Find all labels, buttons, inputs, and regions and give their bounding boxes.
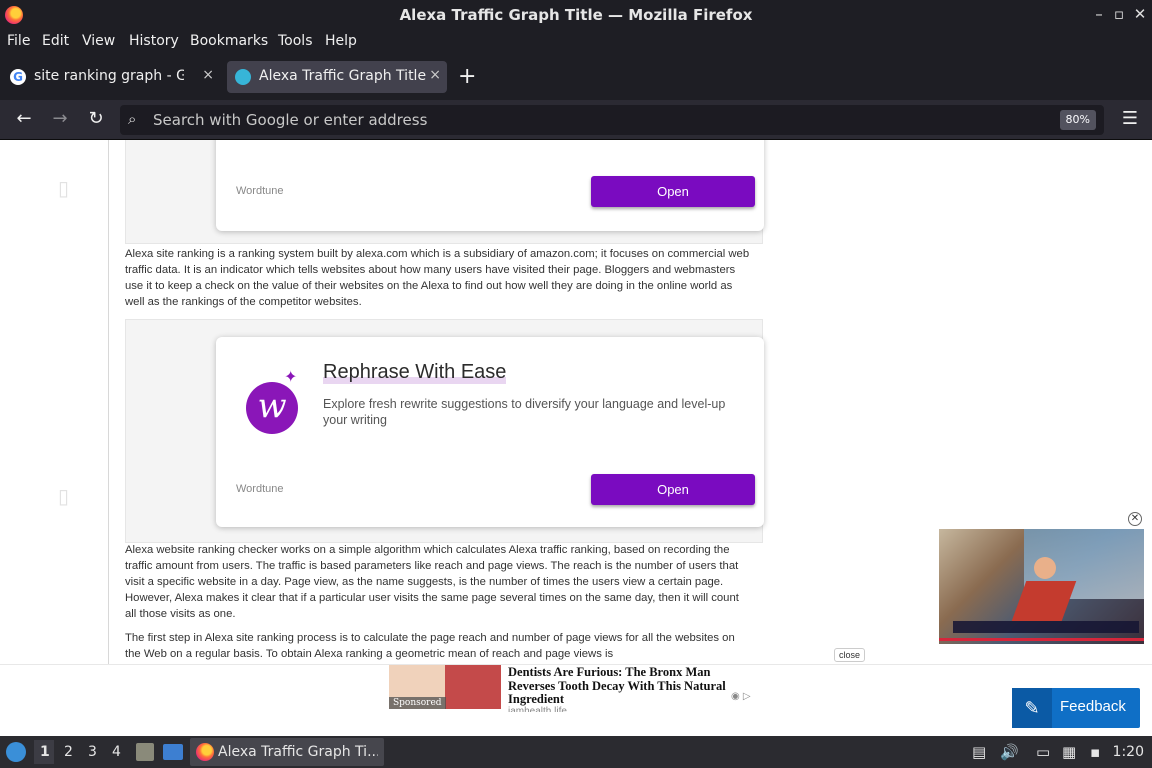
ad-card-top: Wordtune Open xyxy=(216,140,764,231)
clock: 1:20 xyxy=(1112,744,1144,760)
workspace-1[interactable]: 1 xyxy=(40,744,50,760)
search-icon: ⌕ xyxy=(128,110,137,128)
tab-google-search[interactable]: G site ranking graph - Goog × xyxy=(2,61,220,93)
zoom-indicator[interactable]: 80% xyxy=(1059,110,1096,130)
minimize-button[interactable]: – xyxy=(1090,5,1108,23)
article-paragraph: Alexa website ranking checker works on a… xyxy=(125,544,739,620)
sidebar-divider xyxy=(108,140,109,664)
notes-tray-icon[interactable]: ▭ xyxy=(1036,743,1050,761)
ad-frame-main: w ✦ Rephrase With Ease Explore fresh rew… xyxy=(125,319,764,543)
network-tray-icon[interactable]: ▦ xyxy=(1062,743,1076,761)
ad-frame-top: Wordtune Open xyxy=(125,140,764,244)
app-menu-button[interactable]: ☰ xyxy=(1122,108,1138,129)
article-paragraph: Alexa site ranking is a ranking system b… xyxy=(125,248,750,308)
menu-help[interactable]: Help xyxy=(325,33,357,49)
file-manager-icon[interactable] xyxy=(136,743,154,761)
wordtune-logo-icon: w xyxy=(246,382,298,434)
window-title: Alexa Traffic Graph Title — Mozilla Fire… xyxy=(399,6,753,24)
menu-bookmarks[interactable]: Bookmarks xyxy=(190,33,268,49)
menu-tools[interactable]: Tools xyxy=(278,33,313,49)
taskbar-window-label: Alexa Traffic Graph Ti... xyxy=(218,744,378,760)
url-placeholder: Search with Google or enter address xyxy=(153,111,428,129)
menu-view[interactable]: View xyxy=(82,33,115,49)
volume-tray-icon[interactable]: 🔊 xyxy=(1000,743,1019,761)
adchoices-icon[interactable]: ◉ ▷ xyxy=(731,691,751,702)
video-figure xyxy=(1034,557,1056,579)
desktop-icon[interactable] xyxy=(163,744,183,760)
video-caption xyxy=(953,621,1139,633)
sparkle-icon: ✦ xyxy=(284,367,298,386)
ad-open-button[interactable]: Open xyxy=(591,176,755,207)
menu-edit[interactable]: Edit xyxy=(42,33,69,49)
taskbar-firefox-window[interactable]: Alexa Traffic Graph Ti... xyxy=(190,738,384,766)
google-icon: G xyxy=(10,69,26,85)
navigation-bar: ← → ↻ ⌕ Search with Google or enter addr… xyxy=(0,100,1152,140)
menu-file[interactable]: File xyxy=(7,33,30,49)
ad-brand: Wordtune xyxy=(236,483,284,495)
video-figure-cape xyxy=(1011,581,1077,621)
document-icon: ▯ xyxy=(58,176,70,200)
system-taskbar: 1 2 3 4 Alexa Traffic Graph Ti... ▤ 🔊 ▭ … xyxy=(0,736,1152,768)
ad-subtext: Explore fresh rewrite suggestions to div… xyxy=(323,397,726,427)
tab-label: site ranking graph - Goog xyxy=(34,68,184,84)
video-progress-bar[interactable] xyxy=(939,638,1144,641)
back-button[interactable]: ← xyxy=(12,108,36,132)
workspace-3[interactable]: 3 xyxy=(88,744,97,760)
start-menu-icon[interactable] xyxy=(6,742,26,762)
notification-tray-icon[interactable]: ▪ xyxy=(1090,743,1100,761)
floating-video-player[interactable] xyxy=(939,529,1144,644)
window-titlebar: Alexa Traffic Graph Title — Mozilla Fire… xyxy=(0,0,1152,30)
menu-history[interactable]: History xyxy=(129,33,179,49)
close-window-button[interactable]: ✕ xyxy=(1131,5,1149,23)
ad-open-button[interactable]: Open xyxy=(591,474,755,505)
tab-bar: G site ranking graph - Goog × Alexa Traf… xyxy=(0,54,1152,100)
clipboard-tray-icon[interactable]: ▤ xyxy=(972,743,986,761)
feedback-icon: ✎ xyxy=(1012,688,1052,728)
ad-brand: Wordtune xyxy=(236,185,284,197)
firefox-icon xyxy=(196,743,214,761)
forward-button[interactable]: → xyxy=(48,108,72,132)
tab-label: Alexa Traffic Graph Title xyxy=(259,68,427,84)
url-bar[interactable]: ⌕ Search with Google or enter address 80… xyxy=(120,105,1104,135)
article-paragraph: The first step in Alexa site ranking pro… xyxy=(125,632,735,660)
reload-button[interactable]: ↻ xyxy=(84,108,108,132)
site-icon xyxy=(235,69,251,85)
tab-alexa-graph[interactable]: Alexa Traffic Graph Title × xyxy=(227,61,447,93)
menu-bar: File Edit View History Bookmarks Tools H… xyxy=(0,30,1152,54)
ad-card-main: w ✦ Rephrase With Ease Explore fresh rew… xyxy=(216,337,764,527)
feedback-label: Feedback xyxy=(1060,698,1126,715)
feedback-button[interactable]: ✎ Feedback xyxy=(1012,688,1140,728)
new-tab-button[interactable]: + xyxy=(458,64,476,89)
sponsored-label: Sponsored xyxy=(389,697,446,709)
document-icon: ▯ xyxy=(58,484,70,508)
tab-close-icon[interactable]: × xyxy=(429,67,441,83)
workspace-2[interactable]: 2 xyxy=(64,744,73,760)
tab-close-icon[interactable]: × xyxy=(202,67,214,83)
video-close-button[interactable]: ✕ xyxy=(1128,512,1142,526)
ad-headline: Rephrase With Ease xyxy=(323,361,507,384)
sponsored-source: iamhealth.life xyxy=(508,706,567,712)
ad-close-button[interactable]: close xyxy=(834,648,866,662)
maximize-button[interactable]: ▫ xyxy=(1110,5,1128,23)
sponsored-headline[interactable]: Dentists Are Furious: The Bronx Man Reve… xyxy=(508,665,753,707)
workspace-4[interactable]: 4 xyxy=(112,744,121,760)
